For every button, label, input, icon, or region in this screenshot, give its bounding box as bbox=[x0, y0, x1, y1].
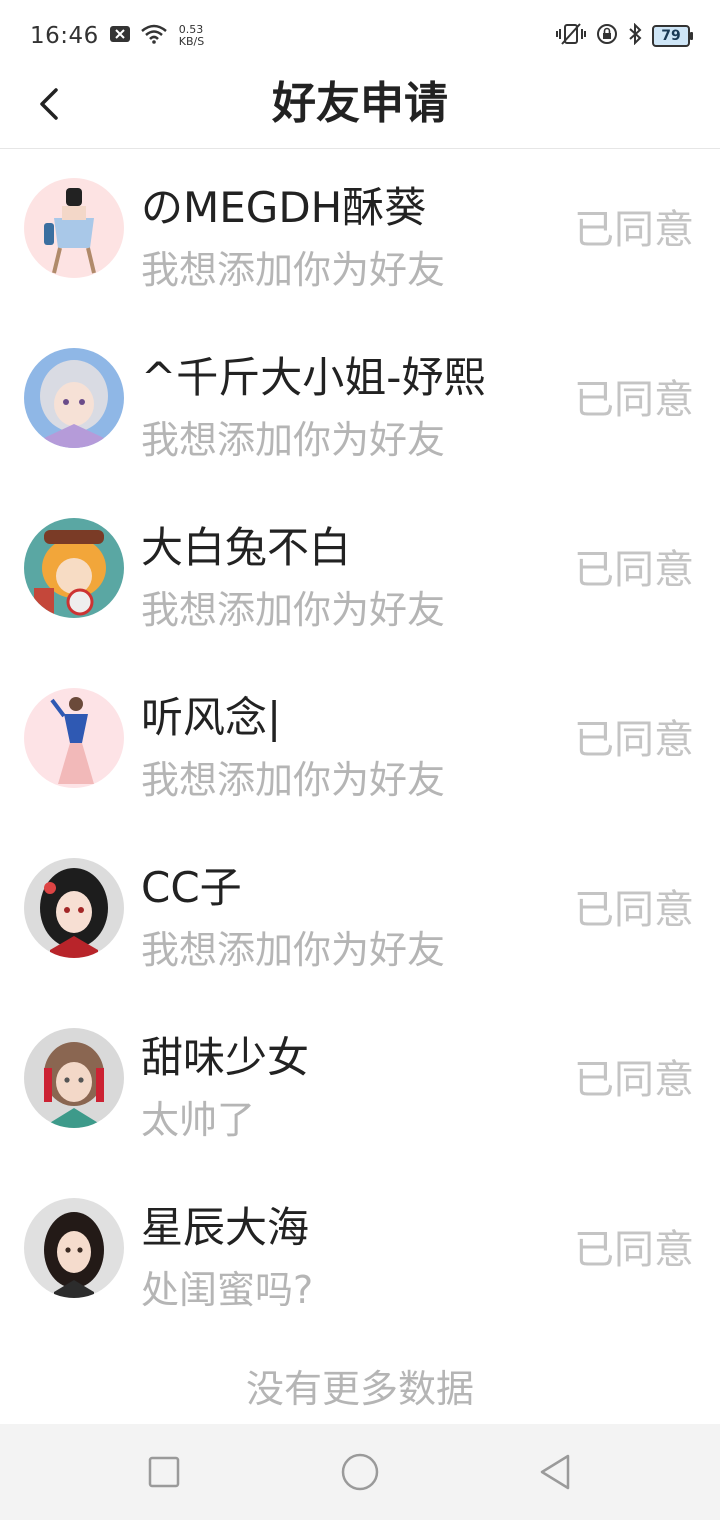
back-button[interactable] bbox=[30, 84, 70, 124]
friend-request-list: のMEGDH酥葵 我想添加你为好友 已同意 ^千斤大小姐-妤熙 我想添加你为好友… bbox=[0, 148, 720, 1338]
friend-name: CC子 bbox=[141, 863, 242, 912]
friend-name: ^千斤大小姐-妤熙 bbox=[141, 353, 486, 402]
no-more-data-text: 没有更多数据 bbox=[245, 1367, 474, 1411]
request-message: 我想添加你为好友 bbox=[141, 418, 446, 462]
home-icon bbox=[341, 1453, 379, 1491]
request-message: 我想添加你为好友 bbox=[141, 928, 446, 972]
home-button[interactable] bbox=[338, 1450, 382, 1494]
request-message: 我想添加你为好友 bbox=[141, 248, 446, 292]
friend-name: 听风念| bbox=[141, 693, 282, 742]
avatar[interactable] bbox=[24, 518, 124, 618]
clock: 16:46 bbox=[30, 23, 99, 49]
wifi-icon bbox=[140, 24, 167, 48]
back-icon bbox=[540, 1454, 570, 1490]
request-status: 已同意 bbox=[574, 887, 694, 933]
battery-icon: 79 bbox=[652, 25, 693, 47]
request-message: 我想添加你为好友 bbox=[141, 758, 446, 802]
friend-request-row[interactable]: ^千斤大小姐-妤熙 我想添加你为好友 已同意 bbox=[0, 318, 720, 488]
request-status: 已同意 bbox=[574, 717, 694, 763]
status-bar-right: 79 bbox=[556, 22, 693, 50]
request-message: 太帅了 bbox=[141, 1098, 256, 1142]
bluetooth-icon bbox=[628, 22, 642, 49]
header: 好友申请 bbox=[0, 72, 720, 149]
request-status: 已同意 bbox=[574, 1057, 694, 1103]
nav-back-button[interactable] bbox=[534, 1450, 578, 1494]
status-bar-left: 16:46 0.53 KB/S bbox=[30, 23, 204, 49]
avatar[interactable] bbox=[24, 858, 124, 958]
avatar[interactable] bbox=[24, 688, 124, 788]
status-bar: 16:46 0.53 KB/S 79 bbox=[0, 0, 720, 72]
system-nav-bar bbox=[0, 1424, 720, 1520]
notification-close-icon bbox=[109, 25, 131, 47]
avatar[interactable] bbox=[24, 348, 124, 448]
request-message: 我想添加你为好友 bbox=[141, 588, 446, 632]
friend-request-row[interactable]: のMEGDH酥葵 我想添加你为好友 已同意 bbox=[0, 148, 720, 318]
friend-name: 大白兔不白 bbox=[141, 523, 352, 572]
battery-level: 79 bbox=[661, 28, 681, 44]
avatar[interactable] bbox=[24, 1198, 124, 1298]
friend-name: 星辰大海 bbox=[141, 1203, 310, 1252]
friend-request-row[interactable]: 听风念| 我想添加你为好友 已同意 bbox=[0, 658, 720, 828]
friend-request-row[interactable]: 甜味少女 太帅了 已同意 bbox=[0, 998, 720, 1168]
speed-unit: KB/S bbox=[178, 35, 205, 48]
page-title: 好友申请 bbox=[272, 78, 448, 129]
request-status: 已同意 bbox=[574, 1227, 694, 1273]
recent-apps-button[interactable] bbox=[142, 1450, 186, 1494]
friend-request-row[interactable]: 星辰大海 处闺蜜吗? 已同意 bbox=[0, 1168, 720, 1338]
avatar[interactable] bbox=[24, 178, 124, 278]
friend-request-row[interactable]: CC子 我想添加你为好友 已同意 bbox=[0, 828, 720, 998]
request-status: 已同意 bbox=[574, 207, 694, 253]
friend-name: 甜味少女 bbox=[141, 1033, 310, 1082]
network-speed: 0.53 KB/S bbox=[179, 24, 204, 48]
friend-name: のMEGDH酥葵 bbox=[141, 183, 427, 232]
vibrate-icon bbox=[556, 22, 586, 50]
avatar[interactable] bbox=[24, 1028, 124, 1128]
rotation-lock-icon bbox=[596, 23, 618, 49]
recent-apps-icon bbox=[148, 1456, 180, 1488]
chevron-left-icon bbox=[40, 88, 58, 120]
request-status: 已同意 bbox=[574, 377, 694, 423]
friend-request-row[interactable]: 大白兔不白 我想添加你为好友 已同意 bbox=[0, 488, 720, 658]
request-status: 已同意 bbox=[574, 547, 694, 593]
request-message: 处闺蜜吗? bbox=[141, 1268, 314, 1312]
